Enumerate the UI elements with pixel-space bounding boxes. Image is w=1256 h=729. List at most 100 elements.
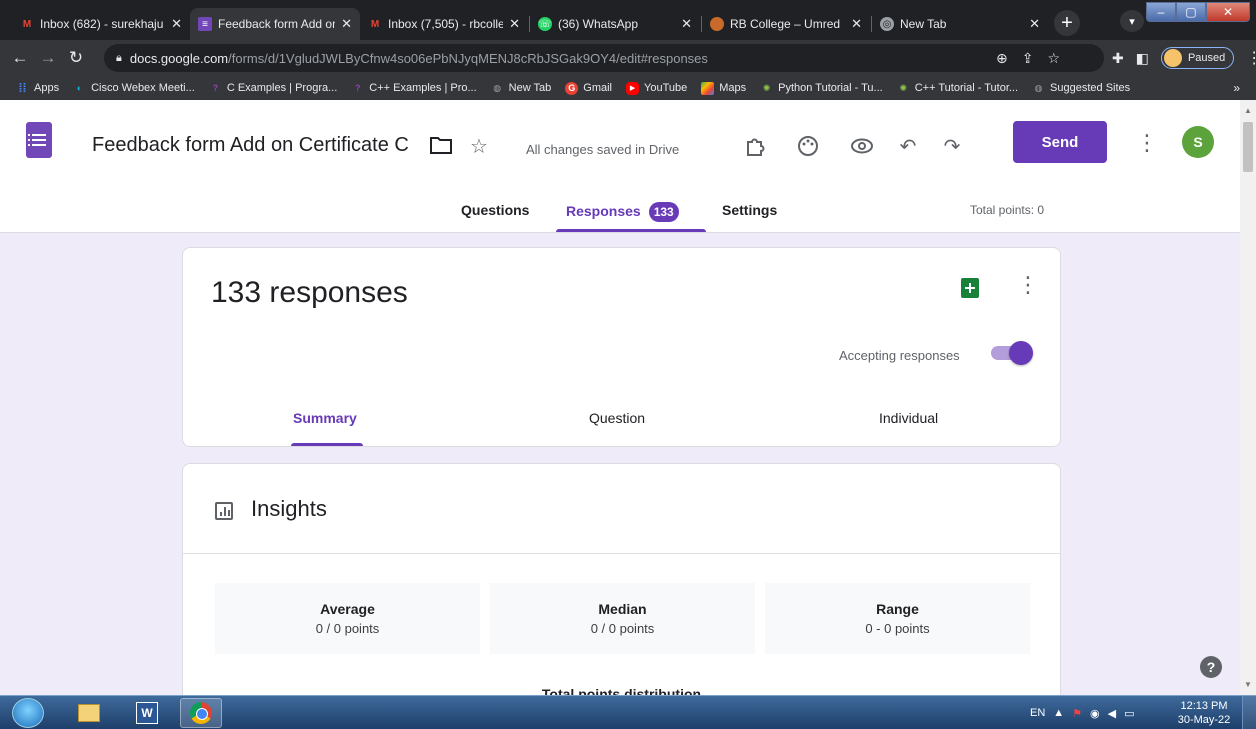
tab-new-tab[interactable]: ◎ New Tab ✕ [872,8,1048,40]
add-ons-puzzle-icon[interactable] [742,132,770,160]
tab-questions[interactable]: Questions [461,202,529,218]
bookmark-apps[interactable]: ⁞⁞ Apps [16,81,60,95]
scrollbar-thumb[interactable] [1243,122,1253,172]
reload-icon[interactable]: ↻ [64,48,88,68]
apps-grid-icon: ⁞⁞ [18,81,27,95]
palette-icon[interactable] [794,132,822,160]
taskbar-chrome[interactable] [180,698,222,728]
zoom-icon[interactable]: ⊕ [996,50,1008,67]
tab-gmail-rbcollege[interactable]: M Inbox (7,505) - rbcolleg ✕ [360,8,528,40]
tab-feedback-form[interactable]: ≡ Feedback form Add on ✕ [190,8,360,40]
subtab-individual[interactable]: Individual [879,410,938,426]
accepting-responses-toggle[interactable] [991,341,1033,365]
scroll-down-arrow-icon[interactable]: ▼ [1244,680,1252,689]
stat-label: Average [320,601,375,617]
responses-more-options-icon[interactable]: ⋮ [1017,272,1039,298]
share-icon[interactable]: ⇪ [1022,50,1034,67]
clock-date: 30-May-22 [1177,714,1231,726]
close-tab-icon[interactable]: ✕ [851,16,862,32]
bookmark-c-examples[interactable]: ? C Examples | Progra... [209,82,338,95]
tab-rb-college[interactable]: RB College – Umred ✕ [702,8,870,40]
window-controls: – ▢ ✕ [1146,2,1250,22]
preview-eye-icon[interactable] [848,132,876,160]
close-window-button[interactable]: ✕ [1206,2,1250,22]
redo-icon[interactable]: ↷ [938,132,966,160]
subtab-summary[interactable]: Summary [293,410,357,426]
bookmark-python-tutorial[interactable]: ✺ Python Tutorial - Tu... [760,82,883,95]
stat-value: 0 / 0 points [590,621,655,636]
google-forms-icon: ≡ [198,17,212,31]
stat-median: Median 0 / 0 points [490,583,755,654]
close-tab-icon[interactable]: ✕ [1029,16,1040,32]
start-button[interactable] [12,698,44,728]
close-tab-icon[interactable]: ✕ [341,16,352,32]
volume-icon[interactable]: ◀ [1108,707,1116,720]
language-indicator[interactable]: EN [1030,707,1045,719]
url-path: /forms/d/1VgludJWLByCfnw4so06ePbNJyqMENJ… [228,50,708,66]
form-title[interactable]: Feedback form Add on Certificate C [92,134,409,157]
send-button[interactable]: Send [1013,121,1107,163]
bookmark-new-tab[interactable]: ◍ New Tab [491,82,551,95]
star-icon[interactable]: ☆ [470,134,488,159]
move-to-folder-icon[interactable] [430,136,452,154]
side-panel-icon[interactable]: ◧ [1136,50,1149,67]
bookmark-suggested-sites[interactable]: ◍ Suggested Sites [1032,82,1131,95]
avatar[interactable]: S [1182,126,1214,158]
page-scrollbar[interactable]: ▲ ▼ [1240,100,1256,695]
help-icon[interactable]: ? [1200,656,1222,678]
scroll-up-arrow-icon[interactable]: ▲ [1244,106,1252,115]
action-center-flag-icon[interactable]: ⚑ [1072,707,1082,720]
tab-whatsapp[interactable]: ☏ (36) WhatsApp ✕ [530,8,700,40]
forms-header: Feedback form Add on Certificate C ☆ All… [0,100,1240,233]
close-tab-icon[interactable]: ✕ [509,16,520,32]
network-icon[interactable]: ◉ [1090,707,1100,720]
profile-button[interactable]: Paused [1160,47,1235,69]
forward-arrow-icon[interactable]: → [36,48,60,68]
active-tab-indicator [556,229,706,232]
google-forms-logo-icon[interactable] [26,122,52,158]
bookmark-star-icon[interactable]: ☆ [1047,50,1060,67]
minimize-window-button[interactable]: – [1146,2,1176,22]
display-icon[interactable]: ▭ [1124,707,1134,720]
show-desktop-button[interactable] [1242,696,1256,729]
undo-icon[interactable]: ↶ [894,132,922,160]
youtube-icon: ▶ [626,81,640,95]
tab-settings[interactable]: Settings [722,202,777,218]
close-tab-icon[interactable]: ✕ [171,16,182,32]
bookmarks-overflow-button[interactable]: » [1233,76,1240,100]
bookmark-webex[interactable]: ◐ Cisco Webex Meeti... [73,82,195,95]
bookmark-maps[interactable]: Maps [701,81,746,95]
bookmark-cpp-tutorial[interactable]: ✺ C++ Tutorial - Tutor... [897,82,1018,95]
college-icon [710,17,724,31]
extension-area: ✚ ◧ Paused ⋮ [1112,44,1256,72]
bookmark-youtube[interactable]: ▶ YouTube [626,81,687,95]
new-tab-button[interactable]: + [1054,10,1080,36]
response-count-badge: 133 [648,202,679,222]
insights-card: Insights Average 0 / 0 points Median 0 /… [182,463,1061,713]
whatsapp-icon: ☏ [538,17,552,31]
tab-gmail-inbox[interactable]: M Inbox (682) - surekhaju ✕ [12,8,190,40]
bookmark-cpp-examples[interactable]: ? C++ Examples | Pro... [351,82,477,95]
folder-icon [78,704,100,722]
taskbar-clock[interactable]: 12:13 PM 30-May-22 [1176,699,1232,727]
lock-icon: 🔒︎ [116,51,122,64]
tray-expand-icon[interactable]: ▲ [1053,707,1064,719]
chrome-menu-icon[interactable]: ⋮ [1246,48,1256,68]
taskbar-file-explorer[interactable] [68,698,110,728]
back-arrow-icon[interactable]: ← [8,48,32,68]
google-sheets-icon[interactable] [961,278,979,298]
profile-avatar [1163,49,1182,67]
bookmark-gmail[interactable]: G Gmail [565,81,612,95]
tab-search-icon[interactable]: ▾ [1120,10,1144,32]
bookmarks-bar: ⁞⁞ Apps ◐ Cisco Webex Meeti... ? C Examples… [0,76,1256,100]
maximize-window-button[interactable]: ▢ [1176,2,1206,22]
tab-responses[interactable]: Responses 133 [566,202,679,222]
taskbar-word[interactable]: W [126,698,168,728]
extensions-puzzle-icon[interactable]: ✚ [1112,50,1124,67]
subtab-question[interactable]: Question [589,410,645,426]
maps-icon [701,81,715,95]
address-bar[interactable]: 🔒︎ docs.google.com/forms/d/1VgludJWLByCf… [104,44,1104,72]
url-host: docs.google.com [129,50,229,66]
more-options-icon[interactable]: ⋮ [1136,130,1158,156]
close-tab-icon[interactable]: ✕ [681,16,692,32]
